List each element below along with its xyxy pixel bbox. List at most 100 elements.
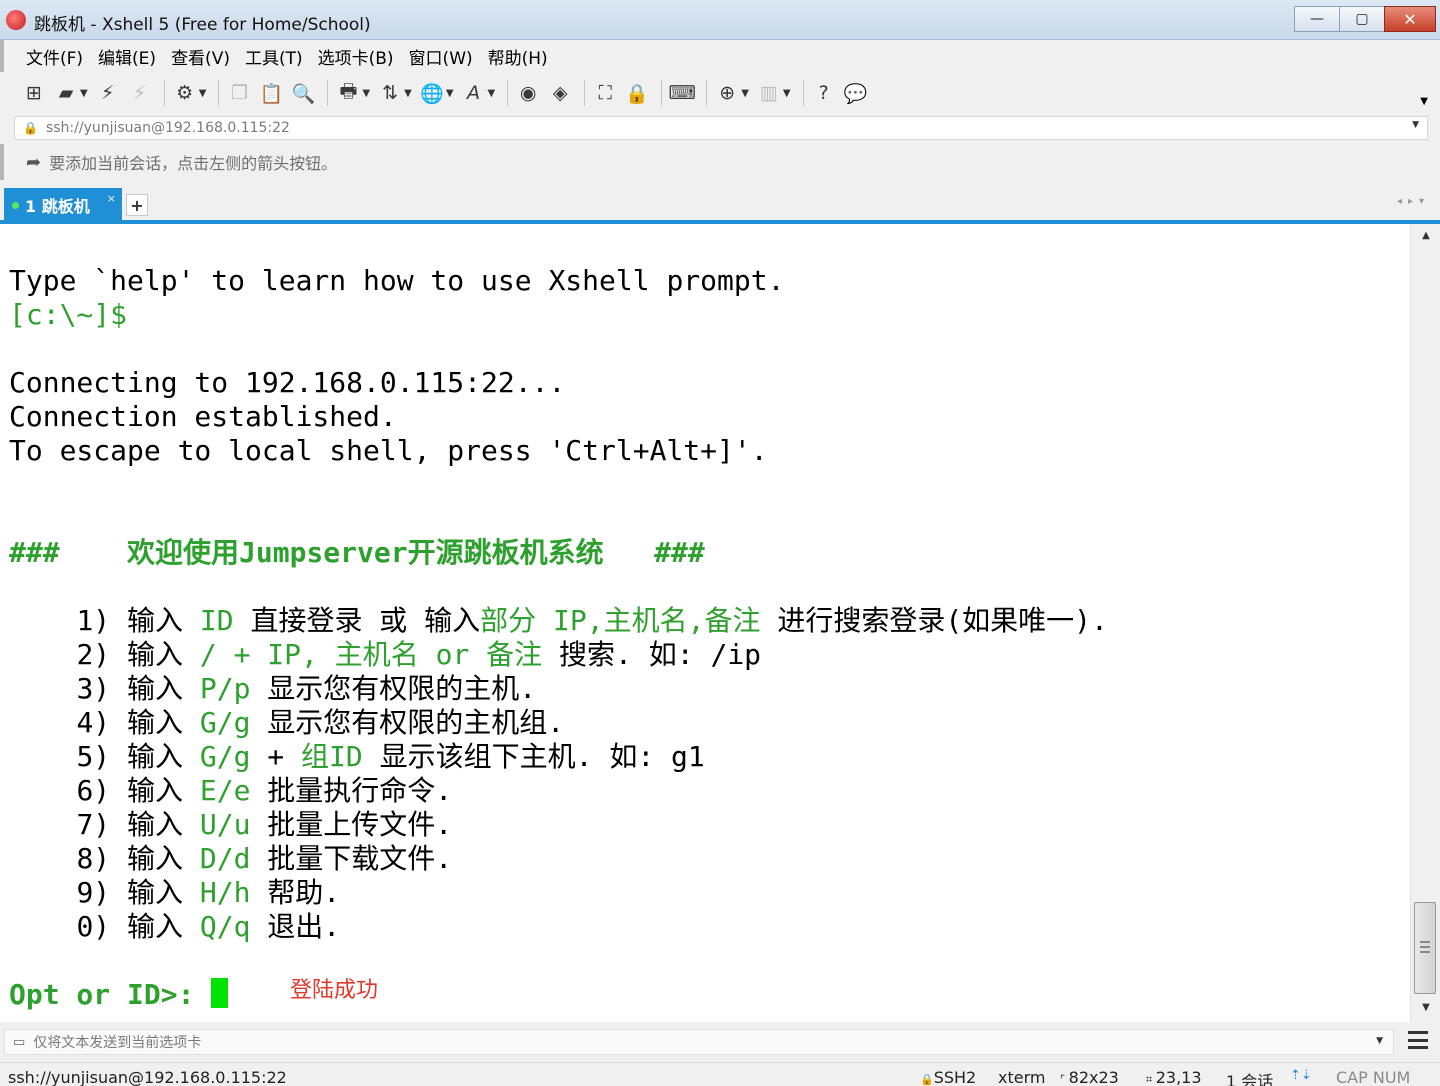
title-bar: 跳板机 - Xshell 5 (Free for Home/School) — … (0, 0, 1440, 40)
layout-icon[interactable]: ▥ (755, 79, 783, 107)
menu-view[interactable]: 查看(V) (171, 44, 230, 69)
hamburger-menu-icon[interactable] (1408, 1031, 1428, 1049)
paste-icon[interactable]: 📋 (257, 79, 285, 107)
compose-terminal-icon: ▭ (13, 1034, 26, 1050)
print-dropdown-icon[interactable]: ▼ (362, 88, 370, 99)
toolbar: ⊞ ▰ ▼ ⚡ ⚡ ⚙ ▼ ❐ 📋 🔍 🖶 ▼ ⇅ ▼ 🌐 ▼ A ▼ ◉ ◈ ⛶ 🔒 ⌨ … (0, 72, 1440, 114)
transfer-icon[interactable]: ⇅ (376, 79, 404, 107)
menu-bar: 文件(F) 编辑(E) 查看(V) 工具(T) 选项卡(B) 窗口(W) 帮助(… (0, 40, 1440, 72)
compose-dropdown-icon[interactable]: ▼ (1376, 1036, 1383, 1046)
status-term: xterm (998, 1068, 1046, 1086)
open-dropdown-icon[interactable]: ▼ (80, 88, 88, 99)
compose-placeholder: 仅将文本发送到当前选项卡 (33, 1035, 202, 1051)
globe-icon[interactable]: 🌐 (418, 79, 446, 107)
add-session-arrow-icon[interactable]: ➦ (26, 152, 41, 173)
address-text: ssh://yunjisuan@192.168.0.115:22 (45, 120, 290, 136)
new-tab-button[interactable]: + (126, 194, 148, 216)
status-caps-num: CAP NUM (1336, 1068, 1411, 1086)
tab-close-icon[interactable]: × (107, 192, 116, 205)
window-title: 跳板机 - Xshell 5 (Free for Home/School) (34, 15, 371, 35)
status-address: ssh://yunjisuan@192.168.0.115:22 (8, 1068, 287, 1086)
connect-icon[interactable]: ⚡ (94, 79, 122, 107)
add-dropdown-icon[interactable]: ▼ (741, 88, 749, 99)
terminal-prompt: [c:\~]$ (9, 298, 128, 331)
menu-file[interactable]: 文件(F) (26, 44, 83, 69)
menu-option-2: 2) 输入 / + IP, 主机名 or 备注 搜索. 如: /ip (76, 638, 762, 671)
font-dropdown-icon[interactable]: ▼ (488, 88, 496, 99)
properties-icon[interactable]: ⚙ (171, 79, 199, 107)
menu-option-6: 6) 输入 E/e 批量执行命令. (76, 774, 453, 807)
toolbar-separator (584, 80, 586, 106)
lock-icon: 🔒 (23, 121, 38, 135)
menu-option-5: 5) 输入 G/g + 组ID 显示该组下主机. 如: g1 (76, 740, 705, 773)
address-bar[interactable]: 🔒 ssh://yunjisuan@192.168.0.115:22 ▼ (14, 116, 1428, 140)
toolbar-overflow-icon[interactable]: ▼ (1420, 96, 1428, 107)
tab-navigation-icon[interactable]: ◂▸▾ (1397, 196, 1430, 207)
add-icon[interactable]: ⊕ (713, 79, 741, 107)
menu-tabs[interactable]: 选项卡(B) (318, 44, 394, 69)
menu-edit[interactable]: 编辑(E) (98, 44, 156, 69)
minimize-button[interactable]: — (1294, 6, 1340, 32)
tab-bar: 1 跳板机 × + ◂▸▾ (0, 186, 1440, 222)
toolbar-separator (661, 80, 663, 106)
login-success-annotation: 登陆成功 (290, 978, 379, 1003)
grip-icon (1420, 941, 1430, 953)
scroll-down-icon[interactable]: ▼ (1411, 1002, 1440, 1013)
cursor-position-icon: ⌗ (1146, 1073, 1156, 1086)
opt-id-prompt: Opt or ID>: (9, 978, 229, 1012)
menu-tools[interactable]: 工具(T) (245, 44, 303, 69)
jumpserver-banner: ### 欢迎使用Jumpserver开源跳板机系统 ### (9, 536, 705, 569)
new-session-icon[interactable]: ⊞ (20, 79, 48, 107)
fullscreen-icon[interactable]: ⛶ (591, 79, 619, 107)
print-icon[interactable]: 🖶 (334, 79, 362, 107)
xmanager-icon[interactable]: ◈ (546, 79, 574, 107)
tab-session-1[interactable]: 1 跳板机 × (4, 188, 122, 222)
address-dropdown-icon[interactable]: ▼ (1412, 120, 1419, 130)
help-icon[interactable]: ? (810, 79, 838, 107)
toolbar-separator (218, 80, 220, 106)
compose-input[interactable]: ▭ 仅将文本发送到当前选项卡 ▼ (4, 1029, 1394, 1055)
transfer-dropdown-icon[interactable]: ▼ (404, 88, 412, 99)
menu-option-0: 0) 输入 Q/q 退出. (76, 910, 341, 943)
menu-option-9: 9) 输入 H/h 帮助. (76, 876, 341, 909)
tab-label: 1 跳板机 (25, 197, 90, 216)
close-button[interactable]: ✕ (1384, 6, 1436, 32)
status-protocol: 🔒SSH2 (920, 1068, 977, 1086)
toolbar-separator (327, 80, 329, 106)
copy-icon[interactable]: ❐ (225, 79, 253, 107)
toolbar-separator (163, 80, 165, 106)
terminal-line: Connection established. (9, 400, 397, 433)
toolbar-separator (507, 80, 509, 106)
menu-window[interactable]: 窗口(W) (409, 44, 473, 69)
menu-help[interactable]: 帮助(H) (488, 44, 548, 69)
window-controls: — ▢ ✕ (1294, 6, 1436, 34)
font-icon[interactable]: A (460, 79, 488, 107)
xftp-icon[interactable]: ◉ (514, 79, 542, 107)
keyboard-icon[interactable]: ⌨ (668, 79, 696, 107)
properties-dropdown-icon[interactable]: ▼ (199, 88, 207, 99)
status-size: ⌜ 82x23 (1060, 1068, 1119, 1086)
open-folder-icon[interactable]: ▰ (52, 79, 80, 107)
find-icon[interactable]: 🔍 (289, 79, 317, 107)
scroll-thumb[interactable] (1414, 902, 1436, 994)
menu-option-3: 3) 输入 P/p 显示您有权限的主机. (76, 672, 537, 705)
terminal-line: Connecting to 192.168.0.115:22... (9, 366, 566, 399)
scroll-up-icon[interactable]: ▲ (1411, 230, 1440, 241)
menu-option-8: 8) 输入 D/d 批量下载文件. (76, 842, 453, 875)
session-hint-bar: ➦ 要添加当前会话，点击左侧的箭头按钮。 (0, 144, 1440, 180)
status-sessions: 1 会话 (1226, 1072, 1274, 1086)
toolbar-separator (802, 80, 804, 106)
connected-status-icon (12, 201, 19, 209)
chat-icon[interactable]: 💬 (842, 79, 870, 107)
terminal-area[interactable]: Type `help' to learn how to use Xshell p… (0, 224, 1410, 1022)
terminal-cursor (211, 978, 229, 1008)
maximize-button[interactable]: ▢ (1339, 6, 1385, 32)
transfer-arrows-icon: ⇡⇣ (1290, 1068, 1312, 1083)
disconnect-icon[interactable]: ⚡ (126, 79, 154, 107)
globe-dropdown-icon[interactable]: ▼ (446, 88, 454, 99)
lock-icon[interactable]: 🔒 (623, 79, 651, 107)
layout-dropdown-icon[interactable]: ▼ (783, 88, 791, 99)
menu-option-1: 1) 输入 ID 直接登录 或 输入部分 IP,主机名,备注 进行搜索登录(如果… (76, 604, 1108, 637)
vertical-scrollbar[interactable]: ▲ ▼ (1410, 224, 1440, 1022)
xshell-logo-icon (6, 10, 26, 30)
